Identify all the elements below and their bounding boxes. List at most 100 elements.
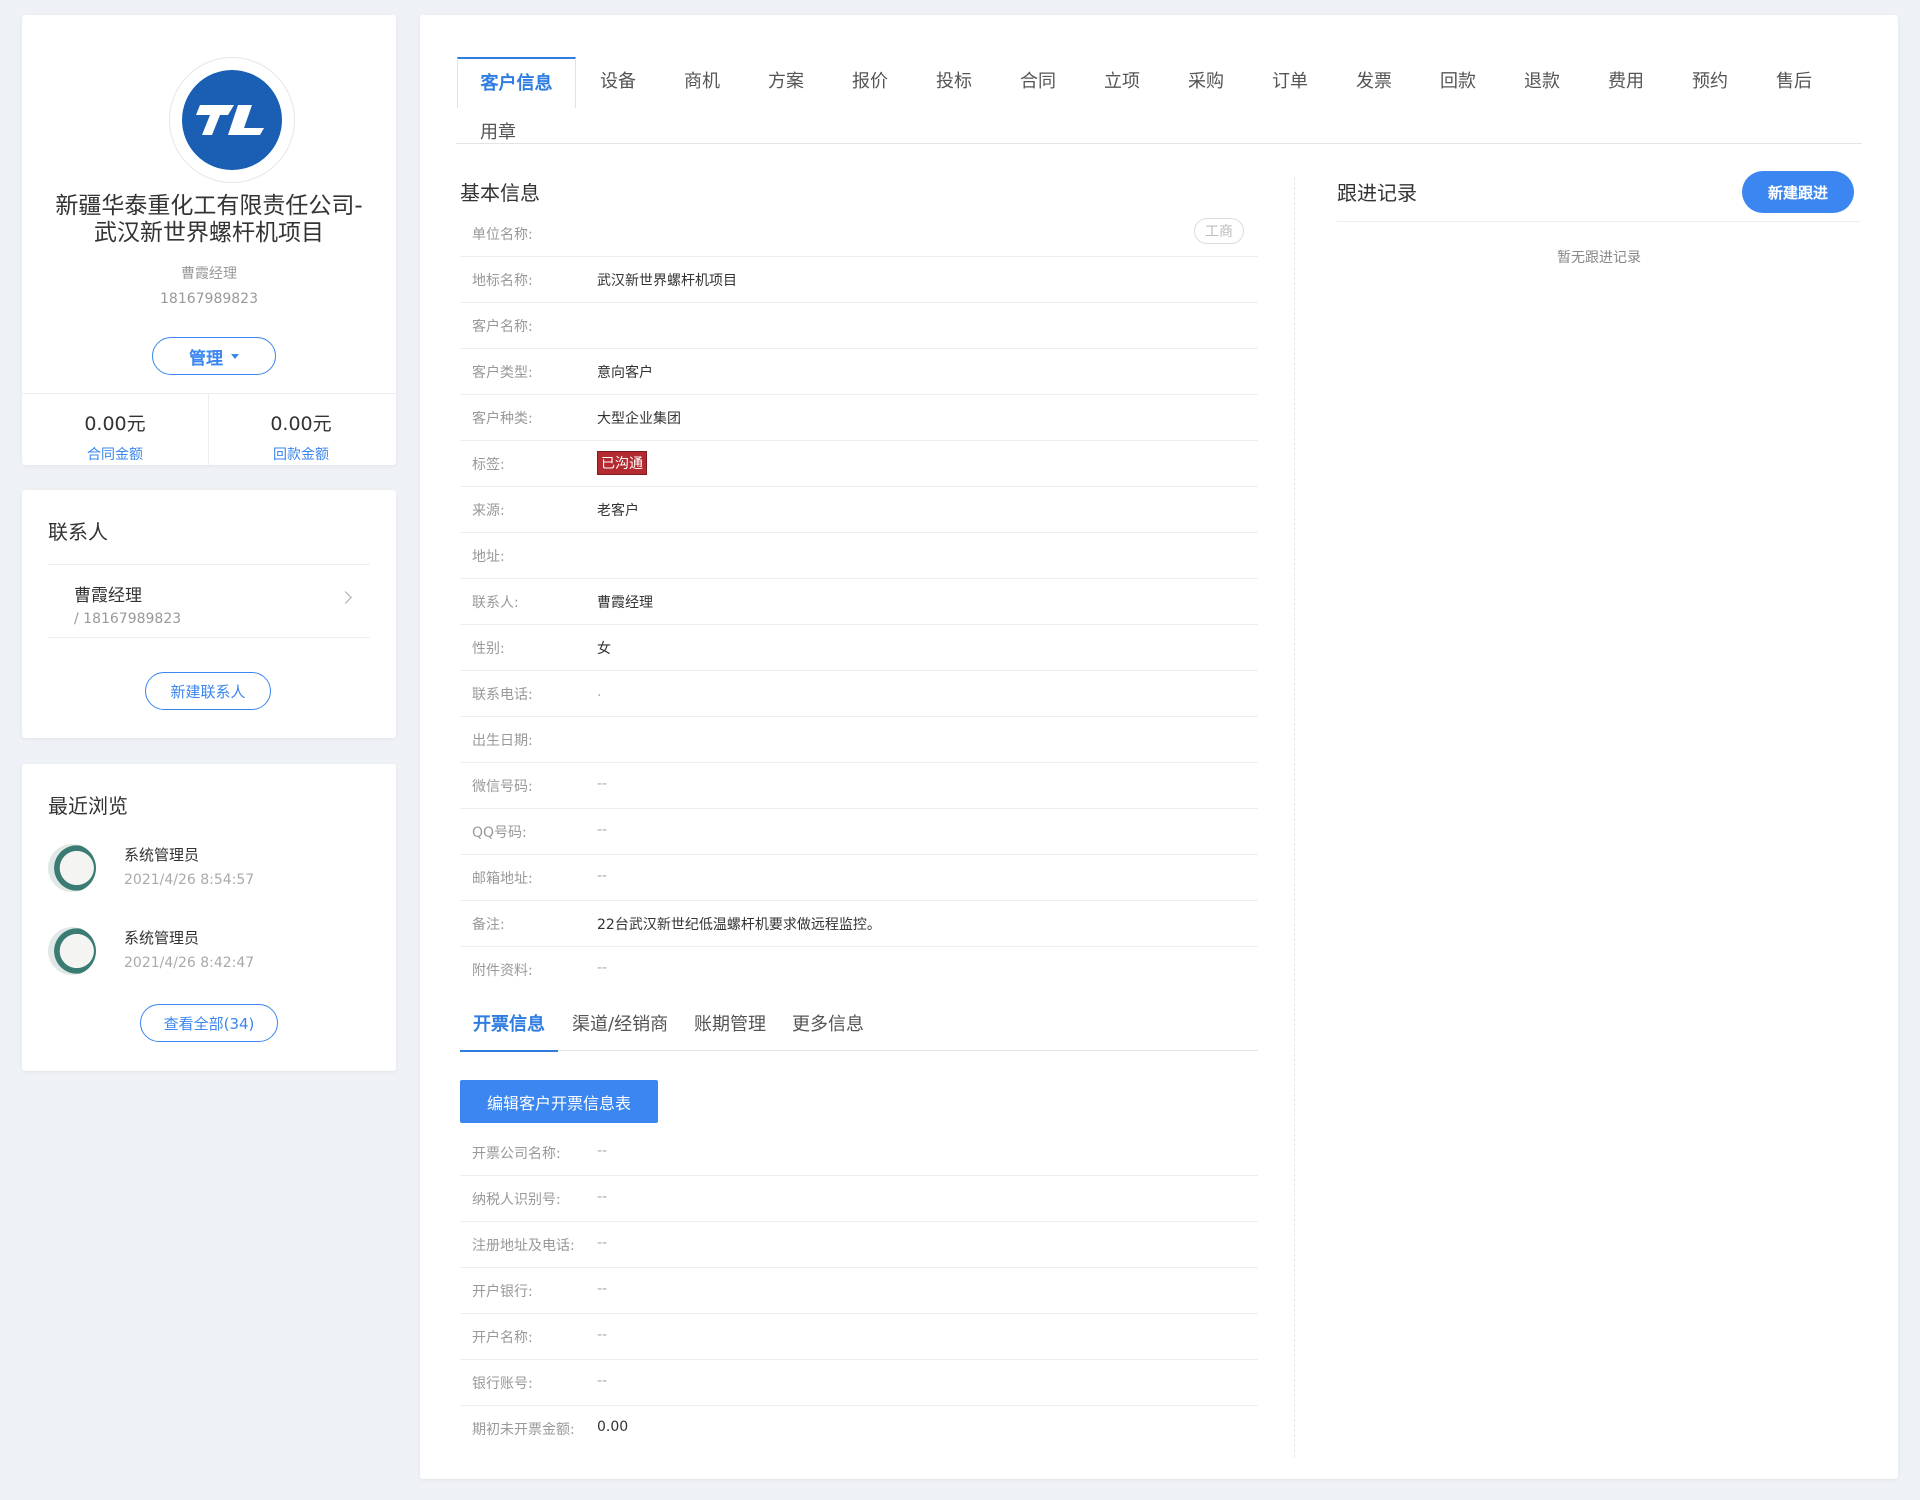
field-label: 联系电话: (472, 687, 533, 703)
field-value: -- (597, 1327, 608, 1343)
new-contact-button[interactable]: 新建联系人 (145, 672, 271, 710)
field-value: -- (597, 1281, 608, 1297)
field-remark: 备注: 22台武汉新世纪低温螺杆机要求做远程监控。 (460, 900, 1258, 947)
tab-bid[interactable]: 投标 (912, 57, 996, 107)
tab-plan[interactable]: 方案 (744, 57, 828, 107)
company-logo (169, 57, 295, 183)
tab-seal[interactable]: 用章 (456, 108, 540, 158)
invoice-account-name: 开户名称: -- (460, 1313, 1258, 1360)
manage-label: 管理 (189, 348, 223, 369)
invoice-registered-address: 注册地址及电话: -- (460, 1221, 1258, 1268)
contract-amount-stat: 0.00元 合同金额 (22, 409, 208, 464)
field-value: -- (597, 1373, 608, 1389)
field-label: 开票公司名称: (472, 1146, 561, 1162)
field-customer-category: 客户种类: 大型企业集团 (460, 394, 1258, 441)
tab-bar: 客户信息 设备 商机 方案 报价 投标 合同 立项 采购 订单 发票 回款 退款… (456, 41, 1862, 144)
tab-project[interactable]: 立项 (1080, 57, 1164, 107)
tab-quote[interactable]: 报价 (828, 57, 912, 107)
field-value: . (597, 684, 602, 700)
field-label: 标签: (472, 457, 505, 473)
tab-order[interactable]: 订单 (1248, 57, 1332, 107)
field-source: 来源: 老客户 (460, 486, 1258, 533)
subtab-channel[interactable]: 渠道/经销商 (572, 1010, 668, 1050)
subtab-more-info[interactable]: 更多信息 (792, 1010, 864, 1050)
field-label: 客户名称: (472, 319, 533, 335)
field-label: 性别: (472, 641, 505, 657)
company-name-line2: 武汉新世界螺杆机项目 (94, 220, 324, 246)
tab-appointment[interactable]: 预约 (1668, 57, 1752, 107)
payment-amount-label[interactable]: 回款金额 (208, 444, 394, 464)
field-label: 期初未开票金额: (472, 1422, 575, 1438)
follow-divider (1337, 221, 1861, 222)
profile-card: 新疆华泰重化工有限责任公司- 武汉新世界螺杆机项目 曹霞经理 181679898… (22, 15, 396, 465)
tab-after-sales[interactable]: 售后 (1752, 57, 1836, 107)
recent-item[interactable]: 系统管理员 2021/4/26 8:42:47 (48, 921, 378, 981)
contact-item[interactable]: 曹霞经理 / 18167989823 (48, 564, 370, 638)
follow-empty-text: 暂无跟进记录 (1557, 250, 1641, 266)
tab-customer-info[interactable]: 客户信息 (457, 57, 576, 108)
field-value: 武汉新世界螺杆机项目 (597, 273, 737, 289)
field-label: 邮箱地址: (472, 871, 533, 887)
contact-phone: / 18167989823 (74, 611, 182, 627)
basic-info-title: 基本信息 (460, 181, 540, 205)
owner-name: 曹霞经理 (181, 266, 237, 282)
payment-amount-value: 0.00元 (270, 413, 332, 435)
field-label: 单位名称: (472, 227, 533, 243)
field-value: 曹霞经理 (597, 595, 653, 611)
chevron-right-icon (339, 591, 352, 604)
tab-equipment[interactable]: 设备 (576, 57, 660, 107)
company-name-line1: 新疆华泰重化工有限责任公司- (55, 193, 363, 219)
recent-title: 最近浏览 (48, 794, 128, 818)
subtab-invoice-info[interactable]: 开票信息 (460, 1010, 558, 1052)
new-follow-button[interactable]: 新建跟进 (1742, 171, 1854, 213)
invoice-opening-amount: 期初未开票金额: 0.00 (460, 1405, 1258, 1451)
tab-purchase[interactable]: 采购 (1164, 57, 1248, 107)
field-label: 开户银行: (472, 1284, 533, 1300)
field-label: 客户种类: (472, 411, 533, 427)
tab-refund[interactable]: 退款 (1500, 57, 1584, 107)
field-value: -- (597, 960, 608, 976)
edit-invoice-button[interactable]: 编辑客户开票信息表 (460, 1080, 658, 1123)
contacts-title: 联系人 (48, 520, 108, 544)
field-value: 0.00 (597, 1419, 629, 1435)
field-contact: 联系人: 曹霞经理 (460, 578, 1258, 625)
field-value: 22台武汉新世纪低温螺杆机要求做远程监控。 (597, 917, 881, 933)
field-label: 银行账号: (472, 1376, 533, 1392)
follow-title: 跟进记录 (1337, 181, 1417, 205)
subtab-billing-period[interactable]: 账期管理 (694, 1010, 766, 1050)
recent-name: 系统管理员 (124, 846, 200, 864)
field-customer-name: 客户名称: (460, 302, 1258, 349)
field-value: -- (597, 822, 608, 838)
invoice-company-name: 开票公司名称: -- (460, 1129, 1258, 1176)
view-all-button[interactable]: 查看全部(34) (140, 1004, 278, 1042)
field-label: 纳税人识别号: (472, 1192, 561, 1208)
field-landmark-name: 地标名称: 武汉新世界螺杆机项目 (460, 256, 1258, 303)
manage-button[interactable]: 管理 (152, 337, 276, 375)
field-label: 开户名称: (472, 1330, 533, 1346)
contacts-card: 联系人 曹霞经理 / 18167989823 新建联系人 (22, 490, 396, 738)
field-wechat: 微信号码: -- (460, 762, 1258, 809)
field-label: 备注: (472, 917, 505, 933)
gongshang-button[interactable]: 工商 (1194, 218, 1244, 244)
contract-amount-label[interactable]: 合同金额 (22, 444, 208, 464)
tab-payment[interactable]: 回款 (1416, 57, 1500, 107)
tab-invoice[interactable]: 发票 (1332, 57, 1416, 107)
field-unit-name: 单位名称: 工商 (460, 210, 1258, 257)
tab-contract[interactable]: 合同 (996, 57, 1080, 107)
field-label: 来源: (472, 503, 505, 519)
company-name: 新疆华泰重化工有限责任公司- 武汉新世界螺杆机项目 (22, 193, 396, 247)
field-birthday: 出生日期: (460, 716, 1258, 763)
recent-item[interactable]: 系统管理员 2021/4/26 8:54:57 (48, 838, 378, 898)
tab-expense[interactable]: 费用 (1584, 57, 1668, 107)
caret-down-icon (231, 353, 239, 359)
field-label: 出生日期: (472, 733, 533, 749)
field-label: 附件资料: (472, 963, 533, 979)
logo-icon (182, 70, 282, 170)
field-customer-type: 客户类型: 意向客户 (460, 348, 1258, 395)
recent-time: 2021/4/26 8:54:57 (124, 872, 255, 888)
field-value: -- (597, 1189, 608, 1205)
contact-name: 曹霞经理 (74, 586, 142, 606)
field-value: 已沟通 (597, 451, 647, 475)
tab-opportunity[interactable]: 商机 (660, 57, 744, 107)
recent-card: 最近浏览 系统管理员 2021/4/26 8:54:57 系统管理员 2021/… (22, 764, 396, 1071)
